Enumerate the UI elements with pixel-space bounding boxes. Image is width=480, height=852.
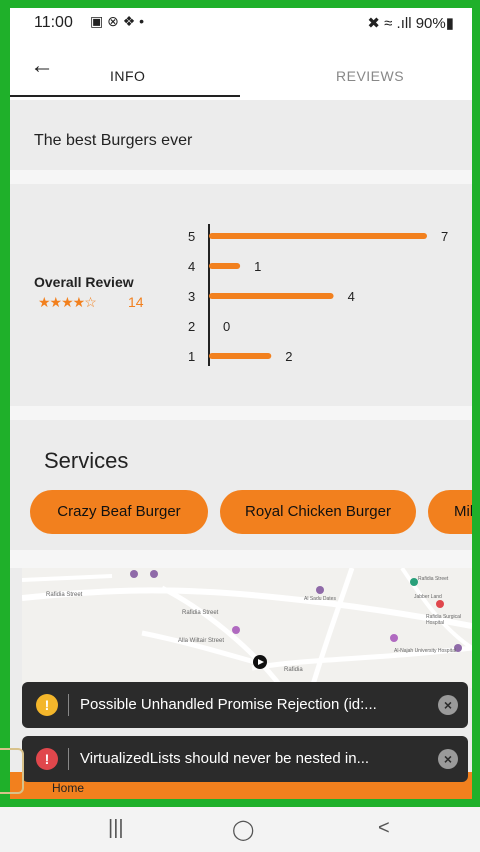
review-section: Overall Review ★★★★☆ 14 5741342012 [10, 184, 472, 406]
frame-border-right [472, 0, 480, 806]
services-section: Services Crazy Beaf Burger Royal Chicken… [10, 420, 472, 550]
service-chip[interactable]: Mil [428, 490, 472, 534]
tab-bar: ← INFO REVIEWS [10, 42, 472, 100]
rating-bar [209, 263, 241, 269]
map-label: Alla Wiltair Street [178, 638, 225, 644]
description-card: The best Burgers ever [10, 112, 472, 168]
system-navigation-bar: ||| ◯ < [0, 807, 480, 852]
toast-divider [68, 694, 69, 716]
rating-label: 1 [188, 349, 195, 364]
rating-count-label: 4 [348, 289, 355, 304]
map-label: Rafidia Street [46, 592, 83, 598]
tab-info[interactable]: INFO [110, 68, 145, 84]
rating-count-label: 7 [441, 229, 448, 244]
status-system-icons: ✖ ≈ .ıll 90%▮ [367, 15, 454, 32]
frame-border-top [0, 0, 480, 8]
rating-count-label: 1 [254, 259, 261, 274]
screen-frame: 11:00 ▣ ⊗ ❖ • ✖ ≈ .ıll 90%▮ ← INFO REVIE… [0, 0, 480, 852]
toast-message: VirtualizedLists should never be nested … [80, 750, 370, 767]
nav-home-label[interactable]: Home [52, 781, 84, 795]
frame-border-left [0, 0, 10, 806]
service-chip[interactable]: Crazy Beaf Burger [30, 490, 208, 534]
rating-count-label: 2 [285, 349, 292, 364]
status-bar: 11:00 ▣ ⊗ ❖ • ✖ ≈ .ıll 90%▮ [10, 8, 472, 42]
dev-menu-handle[interactable] [0, 748, 24, 794]
rating-bar [209, 233, 427, 239]
rating-label: 4 [188, 259, 195, 274]
rating-label: 3 [188, 289, 195, 304]
error-toast[interactable]: ! VirtualizedLists should never be neste… [22, 736, 468, 782]
description-text: The best Burgers ever [34, 132, 193, 149]
status-time: 11:00 [34, 14, 73, 31]
toast-message: Possible Unhandled Promise Rejection (id… [80, 696, 377, 713]
map-label: Rafidia [284, 667, 303, 673]
toast-divider [68, 748, 69, 770]
map-svg [22, 568, 472, 688]
map-label: Rafidia Street [418, 576, 449, 582]
back-arrow-icon[interactable]: ← [30, 52, 54, 80]
map-label: Al Sadu Dates [304, 596, 336, 602]
divider [10, 406, 472, 420]
status-notification-icons: ▣ ⊗ ❖ • [90, 13, 145, 29]
home-button[interactable]: ◯ [232, 817, 254, 842]
close-icon[interactable]: × [438, 749, 458, 769]
error-icon: ! [36, 748, 58, 770]
active-tab-indicator [10, 95, 240, 97]
map-label: Jabber Land [414, 594, 442, 600]
warning-icon: ! [36, 694, 58, 716]
services-title: Services [44, 448, 129, 473]
app-screen: 11:00 ▣ ⊗ ❖ • ✖ ≈ .ıll 90%▮ ← INFO REVIE… [10, 8, 472, 799]
map-label: Al-Najah University Hospital [394, 648, 456, 654]
divider [10, 170, 472, 184]
service-chip[interactable]: Royal Chicken Burger [220, 490, 416, 534]
close-icon[interactable]: × [438, 695, 458, 715]
rating-bars-svg: 5 7 4 1 3 4 2 0 1 2 [188, 224, 448, 366]
warning-toast[interactable]: ! Possible Unhandled Promise Rejection (… [22, 682, 468, 728]
rating-count-label: 0 [223, 319, 230, 334]
rating-label: 2 [188, 319, 195, 334]
map-view[interactable]: Rafidia Street Rafidia Street Alla Wilta… [22, 568, 472, 688]
divider [10, 550, 472, 568]
tab-reviews[interactable]: REVIEWS [336, 68, 404, 84]
map-label: Rafidia Surgical Hospital [426, 614, 462, 626]
frame-border-bottom [0, 799, 480, 807]
rating-bar [209, 353, 272, 359]
map-label: Rafidia Street [182, 610, 219, 616]
rating-label: 5 [188, 229, 195, 244]
rating-bar [209, 293, 334, 299]
recent-apps-button[interactable]: ||| [108, 817, 124, 840]
back-button[interactable]: < [378, 817, 390, 840]
